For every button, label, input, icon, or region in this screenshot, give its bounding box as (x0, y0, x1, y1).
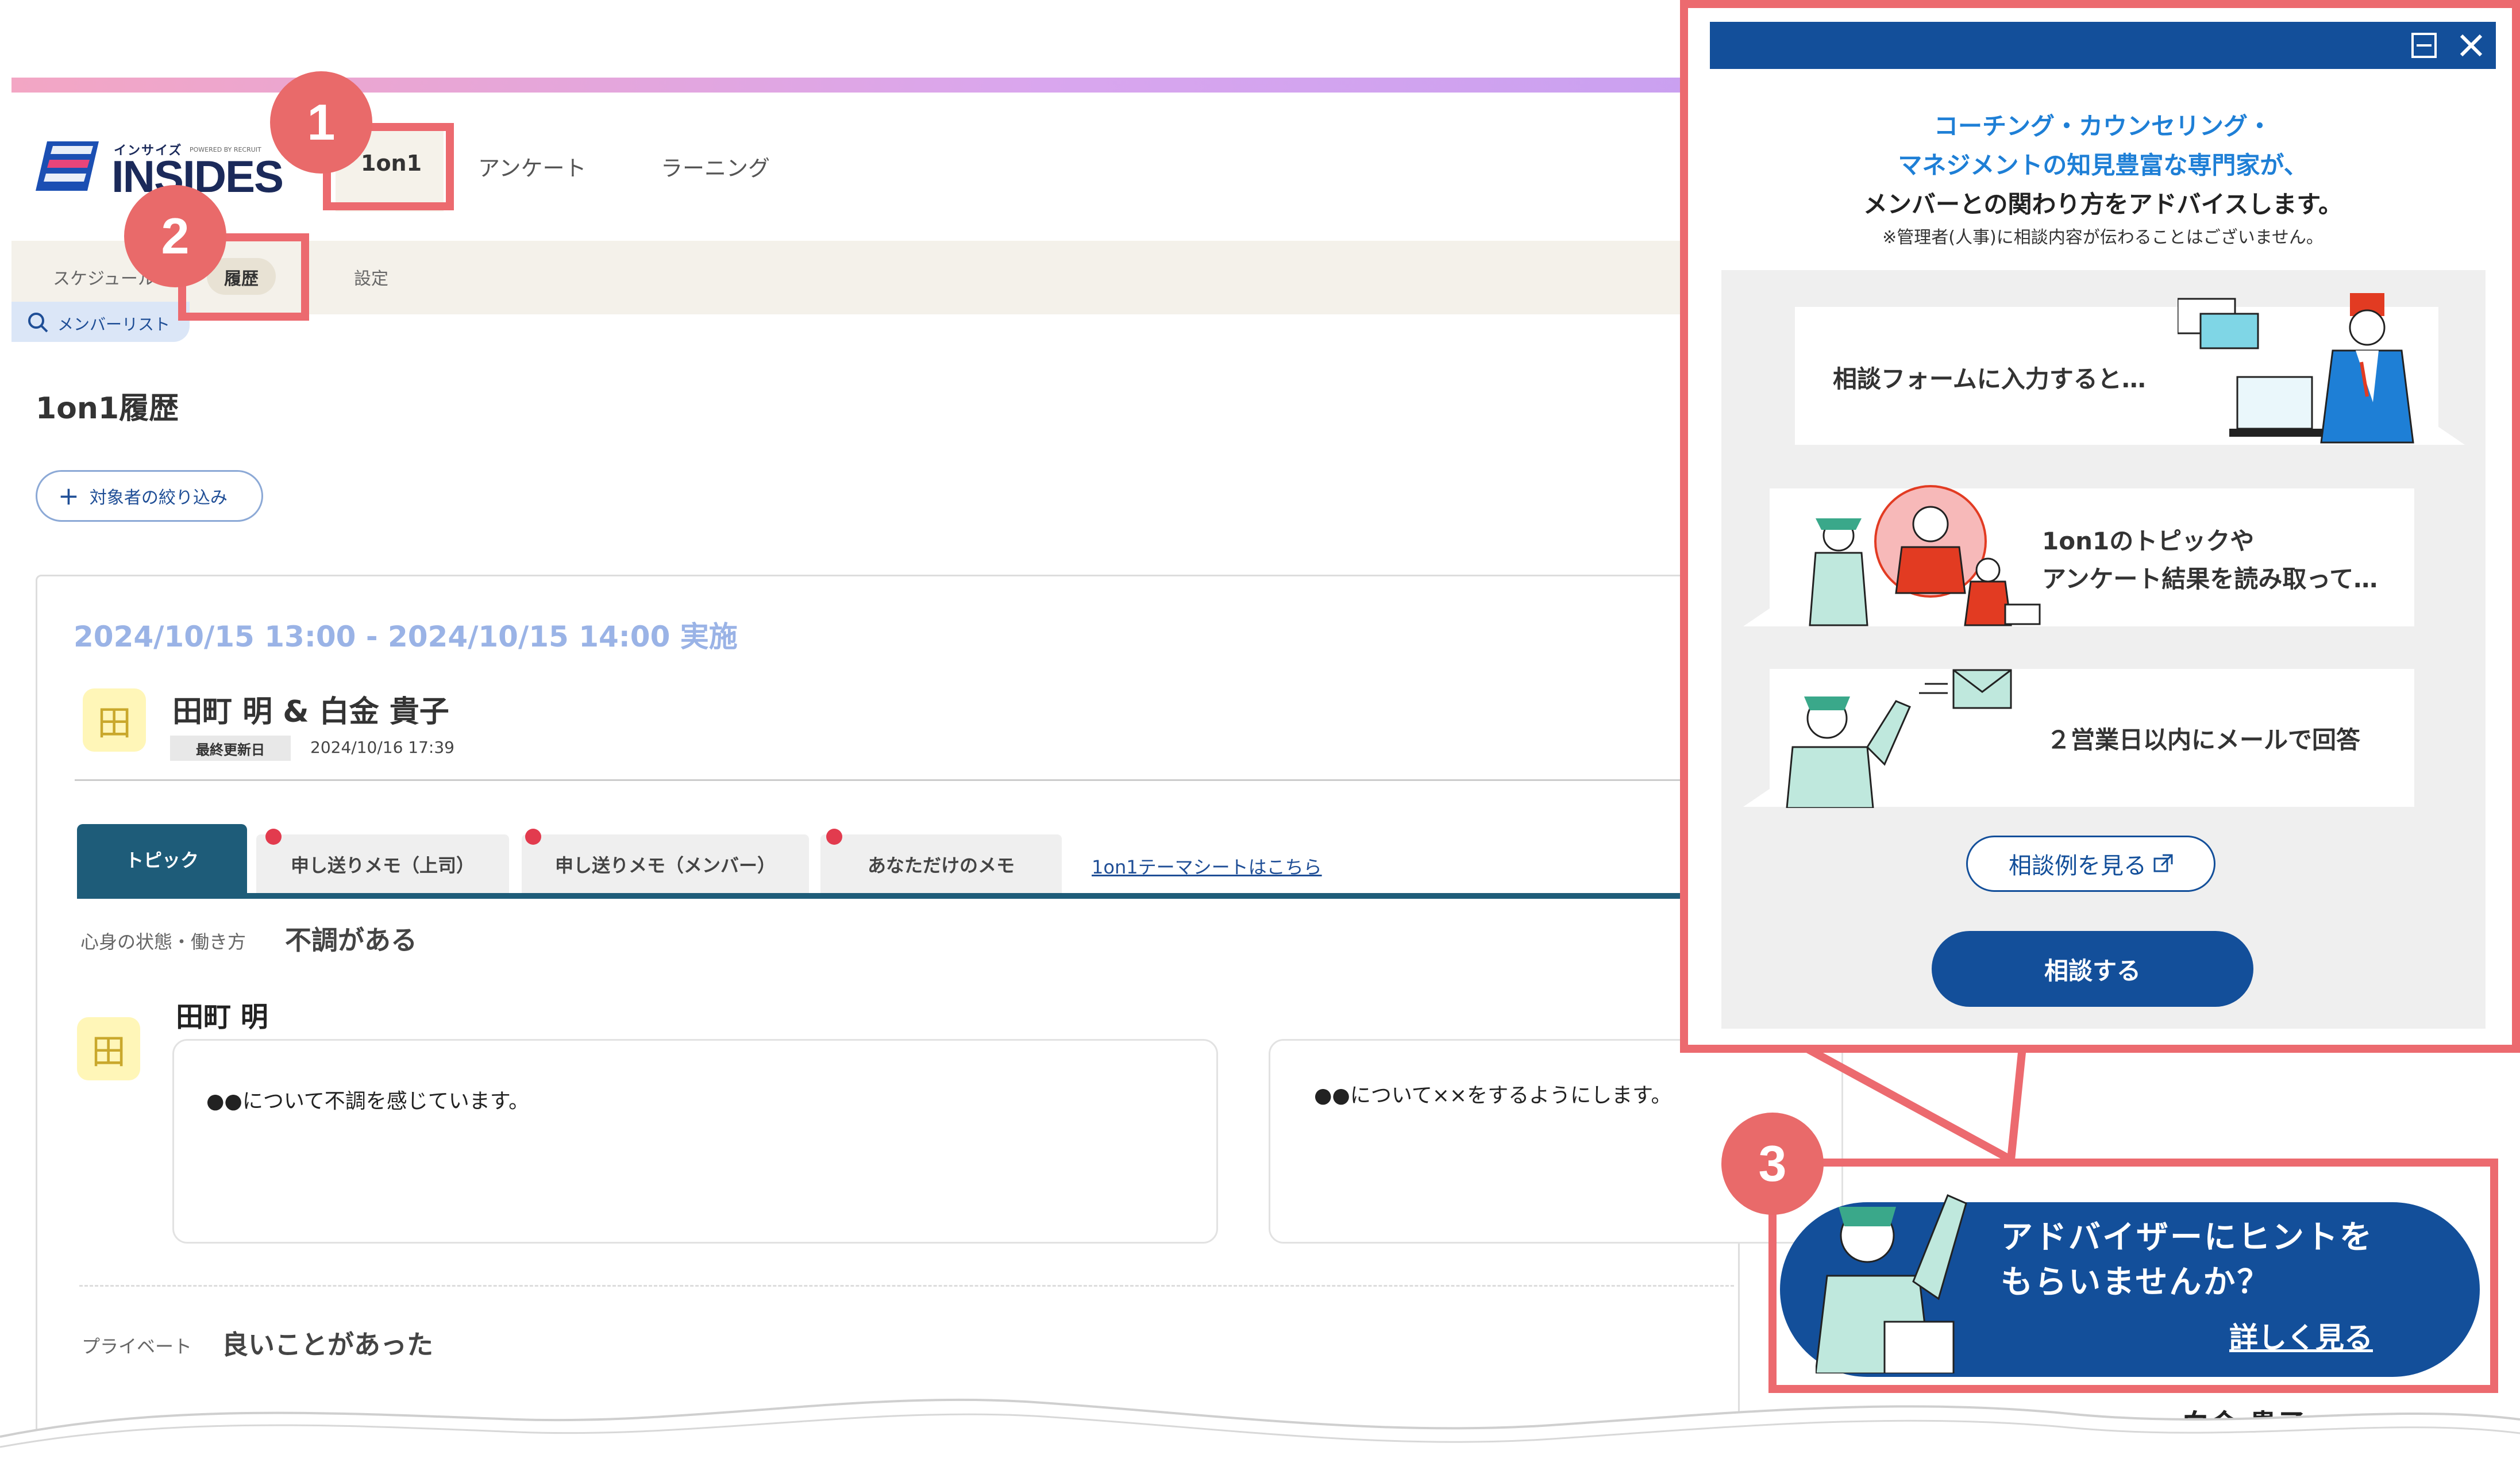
condition-value: 不調がある (285, 925, 417, 956)
close-icon[interactable] (2458, 32, 2484, 59)
advisor-intro-line3: メンバーとの関わり方をアドバイスします。 (1863, 190, 2343, 218)
filter-button[interactable]: + 対象者の絞り込み (36, 470, 263, 522)
tab-topic[interactable]: トピック (77, 824, 247, 894)
bubble-tail (1743, 607, 1772, 626)
member-list-chip[interactable]: メンバーリスト (11, 302, 190, 342)
tab-private-memo[interactable]: あなただけのメモ (820, 834, 1062, 894)
bubble-tail (1743, 787, 1772, 807)
banner-line1: アドバイザーにヒントを (2001, 1219, 2373, 1256)
banner-line2: もらいませんか？ (2001, 1264, 2271, 1301)
updated-date: 2024/10/16 17:39 (310, 738, 454, 757)
step1-text: 相談フォームに入力すると… (1833, 365, 2146, 393)
insides-logo-icon (36, 141, 99, 191)
advisor-reading-illustration-icon (1809, 485, 2041, 626)
advisor-intro-line2: マネジメントの知見豊富な専門家が、 (1898, 151, 2308, 179)
avatar: 田 (83, 688, 146, 752)
filter-button-label: 対象者の絞り込み (89, 488, 228, 508)
session-date: 2024/10/15 13:00 - 2024/10/15 14:00 実施 (74, 620, 738, 653)
bubble-tail (2436, 425, 2465, 445)
person-name: 田町 明 (176, 1001, 268, 1033)
callout-number-3: 3 (1721, 1113, 1824, 1215)
banner-detail-link[interactable]: 詳しく見る (2229, 1315, 2373, 1356)
nav-tab-learning[interactable]: ラーニング (661, 151, 770, 182)
consult-example-label: 相談例を見る (2009, 853, 2147, 879)
tab-memo-boss[interactable]: 申し送りメモ（上司） (256, 834, 509, 894)
private-label: プライベート (82, 1336, 192, 1357)
unread-dot (525, 829, 541, 845)
callout-pointer (1802, 1045, 2026, 1167)
tab-underline (77, 893, 1732, 899)
unread-dot (826, 829, 842, 845)
advisor-panel-header (1710, 22, 2496, 69)
minimize-icon[interactable] (2411, 32, 2437, 59)
nav-tab-survey[interactable]: アンケート (478, 151, 586, 182)
external-link-icon (2153, 854, 2173, 872)
theme-sheet-link[interactable]: 1on1テーマシートはこちら (1092, 853, 1322, 879)
memo-box-left: ●●について不調を感じています。 (172, 1039, 1218, 1244)
condition-label: 心身の状態・働き方 (80, 931, 246, 953)
callout-number-2: 2 (124, 185, 226, 287)
unread-dot (265, 829, 282, 845)
search-icon (28, 313, 48, 333)
subnav-settings[interactable]: 設定 (354, 264, 388, 290)
member-list-label: メンバーリスト (57, 315, 171, 334)
divider-dashed (79, 1285, 1734, 1287)
advisor-intro-line1: コーチング・カウンセリング・ (1933, 112, 2272, 140)
avatar: 田 (77, 1017, 140, 1080)
consult-button[interactable]: 相談する (1932, 931, 2253, 1007)
advisor-mail-illustration-icon (1786, 669, 2012, 808)
callout-number-1: 1 (270, 71, 372, 174)
advisor-wave-illustration-icon (1816, 1194, 1967, 1373)
session-participants: 田町 明 & 白金 貴子 (172, 695, 449, 729)
divider (75, 779, 1729, 781)
step2-text-line2: アンケート結果を読み取って… (2042, 565, 2378, 593)
advisor-laptop-illustration-icon (2178, 293, 2414, 444)
header-gradient-bar (11, 78, 1735, 93)
tab-memo-member[interactable]: 申し送りメモ（メンバー） (522, 834, 809, 894)
logo-sub: POWERED BY RECRUIT (190, 146, 261, 153)
updated-badge: 最終更新日 (170, 736, 291, 761)
plus-icon: + (58, 481, 79, 511)
step3-text: ２営業日以内にメールで回答 (2047, 726, 2361, 754)
step2-text-line1: 1on1のトピックや (2042, 527, 2255, 555)
page-title: 1on1履歴 (36, 391, 179, 426)
advisor-note: ※管理者(人事)に相談内容が伝わることはございません。 (1882, 228, 2324, 248)
consult-example-button[interactable]: 相談例を見る (1966, 836, 2215, 892)
private-value: 良いことがあった (222, 1329, 433, 1360)
